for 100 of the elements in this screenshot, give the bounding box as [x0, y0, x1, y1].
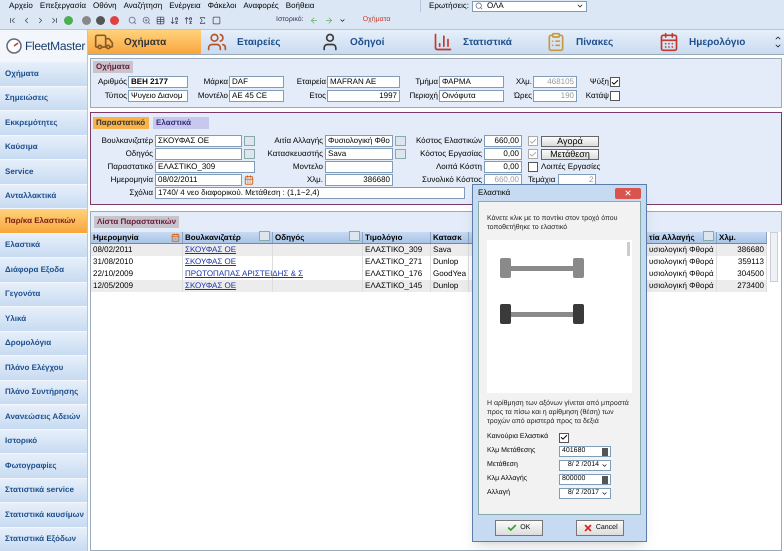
sort-ascending-icon[interactable]: [170, 16, 179, 25]
previous-icon[interactable]: [22, 16, 31, 25]
next-icon[interactable]: [36, 16, 45, 25]
app-tab[interactable]: Ημερολόγιο: [653, 30, 766, 54]
column-header[interactable]: Κατασκ: [431, 232, 469, 243]
close-button[interactable]: [615, 188, 641, 198]
app-tab[interactable]: Πίνακες: [540, 30, 653, 54]
field-label: Μάρκα: [202, 76, 228, 88]
menu-item[interactable]: Ενέργεια: [169, 0, 201, 12]
field-label: Αριθμός: [96, 76, 127, 88]
scrollbar[interactable]: [770, 232, 778, 282]
axle-drawing[interactable]: [500, 304, 584, 324]
table-cell: Dunlop: [433, 281, 458, 290]
input-field[interactable]: 386680: [325, 174, 393, 186]
sidebar-item[interactable]: Υλικά: [0, 307, 87, 330]
sidebar-item[interactable]: Στατιστικά καυσίμων: [0, 503, 87, 526]
field-label: Ψύξη: [588, 76, 609, 88]
checkbox[interactable]: [610, 91, 620, 101]
input-field[interactable]: Ψυγειο Διανομ: [128, 90, 188, 102]
section-tab[interactable]: Ελαστικά: [153, 117, 209, 129]
input-field[interactable]: Sava: [325, 148, 393, 160]
input-field[interactable]: MAFRAN AE: [327, 76, 400, 88]
field-label: Κόστος Ελαστικών: [414, 135, 482, 147]
sidebar-item[interactable]: Εκκρεμότητες: [0, 111, 87, 134]
column-header[interactable]: Ημερομηνία: [91, 232, 183, 243]
checkbox[interactable]: [559, 432, 569, 442]
input-field[interactable]: 1997: [327, 90, 400, 102]
checkbox[interactable]: [610, 77, 620, 87]
app-tab[interactable]: Στατιστικά: [427, 30, 540, 54]
input-field[interactable]: AE 45 CE: [229, 90, 284, 102]
sum-icon[interactable]: [198, 16, 207, 25]
query-dropdown[interactable]: ΟΛΑ: [472, 0, 587, 12]
input-field[interactable]: 0,00: [484, 148, 522, 160]
sidebar-item[interactable]: Πλάνο Ελέγχου: [0, 356, 87, 380]
sidebar-item[interactable]: Γεγονότα: [0, 282, 87, 306]
last-record-icon[interactable]: [50, 16, 59, 25]
menu-item[interactable]: Οθόνη: [92, 0, 117, 12]
input-field[interactable]: [155, 148, 242, 160]
input-field[interactable]: Οινόφυτα: [439, 90, 504, 102]
menu-item[interactable]: Βοήθεια: [286, 0, 314, 12]
first-record-icon[interactable]: [8, 16, 17, 25]
sidebar-item[interactable]: Service: [0, 160, 87, 184]
column-header[interactable]: Τιμολόγιο: [363, 232, 431, 243]
link[interactable]: ΣΚΟΥΦΑΣ ΟΕ: [185, 245, 236, 254]
zoom-icon[interactable]: [142, 16, 151, 25]
input-field[interactable]: [325, 161, 393, 173]
table-cell: GoodYea: [433, 269, 466, 278]
sidebar-item[interactable]: Καύσιμα: [0, 136, 87, 159]
checkbox[interactable]: [528, 162, 538, 172]
input-field[interactable]: 0,00: [484, 161, 522, 173]
column-header[interactable]: Βουλκανιζατέρ: [183, 232, 273, 243]
sort-descending-icon[interactable]: [184, 16, 193, 25]
sidebar-item[interactable]: Παρ/κα Ελαστικών: [0, 209, 87, 232]
menu-item[interactable]: Αναζήτηση: [124, 0, 162, 12]
table-icon[interactable]: [156, 16, 165, 25]
link[interactable]: ΣΚΟΥΦΑΣ ΟΕ: [185, 257, 236, 266]
input-field[interactable]: ΕΛΑΣΤΙΚΟ_309: [155, 161, 255, 173]
sidebar-item[interactable]: Ανανεώσεις Αδειών: [0, 405, 87, 428]
sidebar-item[interactable]: Δρομολόγια: [0, 332, 87, 355]
sidebar-item[interactable]: Διάφορα Εξοδα: [0, 258, 87, 282]
menu-item[interactable]: Αρχείο: [9, 0, 33, 12]
window-icon[interactable]: [212, 16, 221, 25]
menu-item[interactable]: Φάκελοι: [208, 0, 236, 12]
notes-field[interactable]: 1740/ 4 νεο διαφορικού. Μετάθεση : (1,1~2,4): [155, 187, 465, 199]
sidebar-item[interactable]: Σημειώσεις: [0, 86, 87, 110]
scrollbar[interactable]: [627, 242, 630, 256]
sidebar-item[interactable]: Ιστορικό: [0, 430, 87, 453]
column-header[interactable]: Οδηγός: [273, 232, 363, 243]
field-label: Χλμ.: [306, 174, 323, 186]
sidebar-item[interactable]: Ανταλλακτικά: [0, 184, 87, 208]
field-label: Περιοχή: [408, 90, 438, 102]
field-label: Μοντέλο: [196, 90, 228, 102]
column-header[interactable]: Χλμ.: [717, 232, 767, 243]
menu-item[interactable]: Αναφορές: [243, 0, 279, 12]
link[interactable]: ΠΡΩΤΟΠΑΠΑΣ ΑΡΙΣΤΕΙΔΗΣ & Σ: [185, 269, 304, 278]
input-field[interactable]: DAF: [229, 76, 284, 88]
scroll-up-icon[interactable]: [774, 34, 782, 42]
input-field[interactable]: Φυσιολογική Φθο: [325, 135, 393, 147]
input-field[interactable]: ΣΚΟΥΦΑΣ ΟΕ: [155, 135, 242, 147]
app-tab[interactable]: Οχήματα: [88, 30, 201, 54]
input-field[interactable]: 08/02/2011: [155, 174, 242, 186]
sidebar-item[interactable]: Πλάνο Συντήρησης: [0, 380, 87, 404]
sidebar-item[interactable]: Οχήματα: [0, 62, 87, 86]
sidebar-item[interactable]: Ελαστικά: [0, 234, 87, 257]
input-field[interactable]: 660,00: [484, 135, 522, 147]
truck-icon: [94, 32, 114, 52]
section-tab[interactable]: Παραστατικό: [93, 117, 149, 129]
table-cell: ΕΛΑΣΤΙΚΟ_309: [365, 245, 422, 254]
input-field[interactable]: ΒΕΗ 2177: [128, 76, 188, 88]
sidebar-item[interactable]: Στατιστικά service: [0, 478, 87, 502]
input-field[interactable]: ΦΑΡΜΑ: [439, 76, 504, 88]
search-icon[interactable]: [128, 16, 137, 25]
link[interactable]: ΣΚΟΥΦΑΣ ΟΕ: [185, 281, 236, 290]
app-tab[interactable]: Εταιρείες: [201, 30, 314, 54]
calendar-icon[interactable]: [244, 175, 254, 185]
scroll-down-icon[interactable]: [774, 42, 782, 50]
menu-item[interactable]: Επεξεργασία: [40, 0, 86, 12]
app-tab[interactable]: Οδηγοί: [314, 30, 427, 54]
sidebar-item[interactable]: Φωτογραφίες: [0, 454, 87, 478]
sidebar-item[interactable]: Στατιστικά Εξόδων: [0, 528, 87, 551]
